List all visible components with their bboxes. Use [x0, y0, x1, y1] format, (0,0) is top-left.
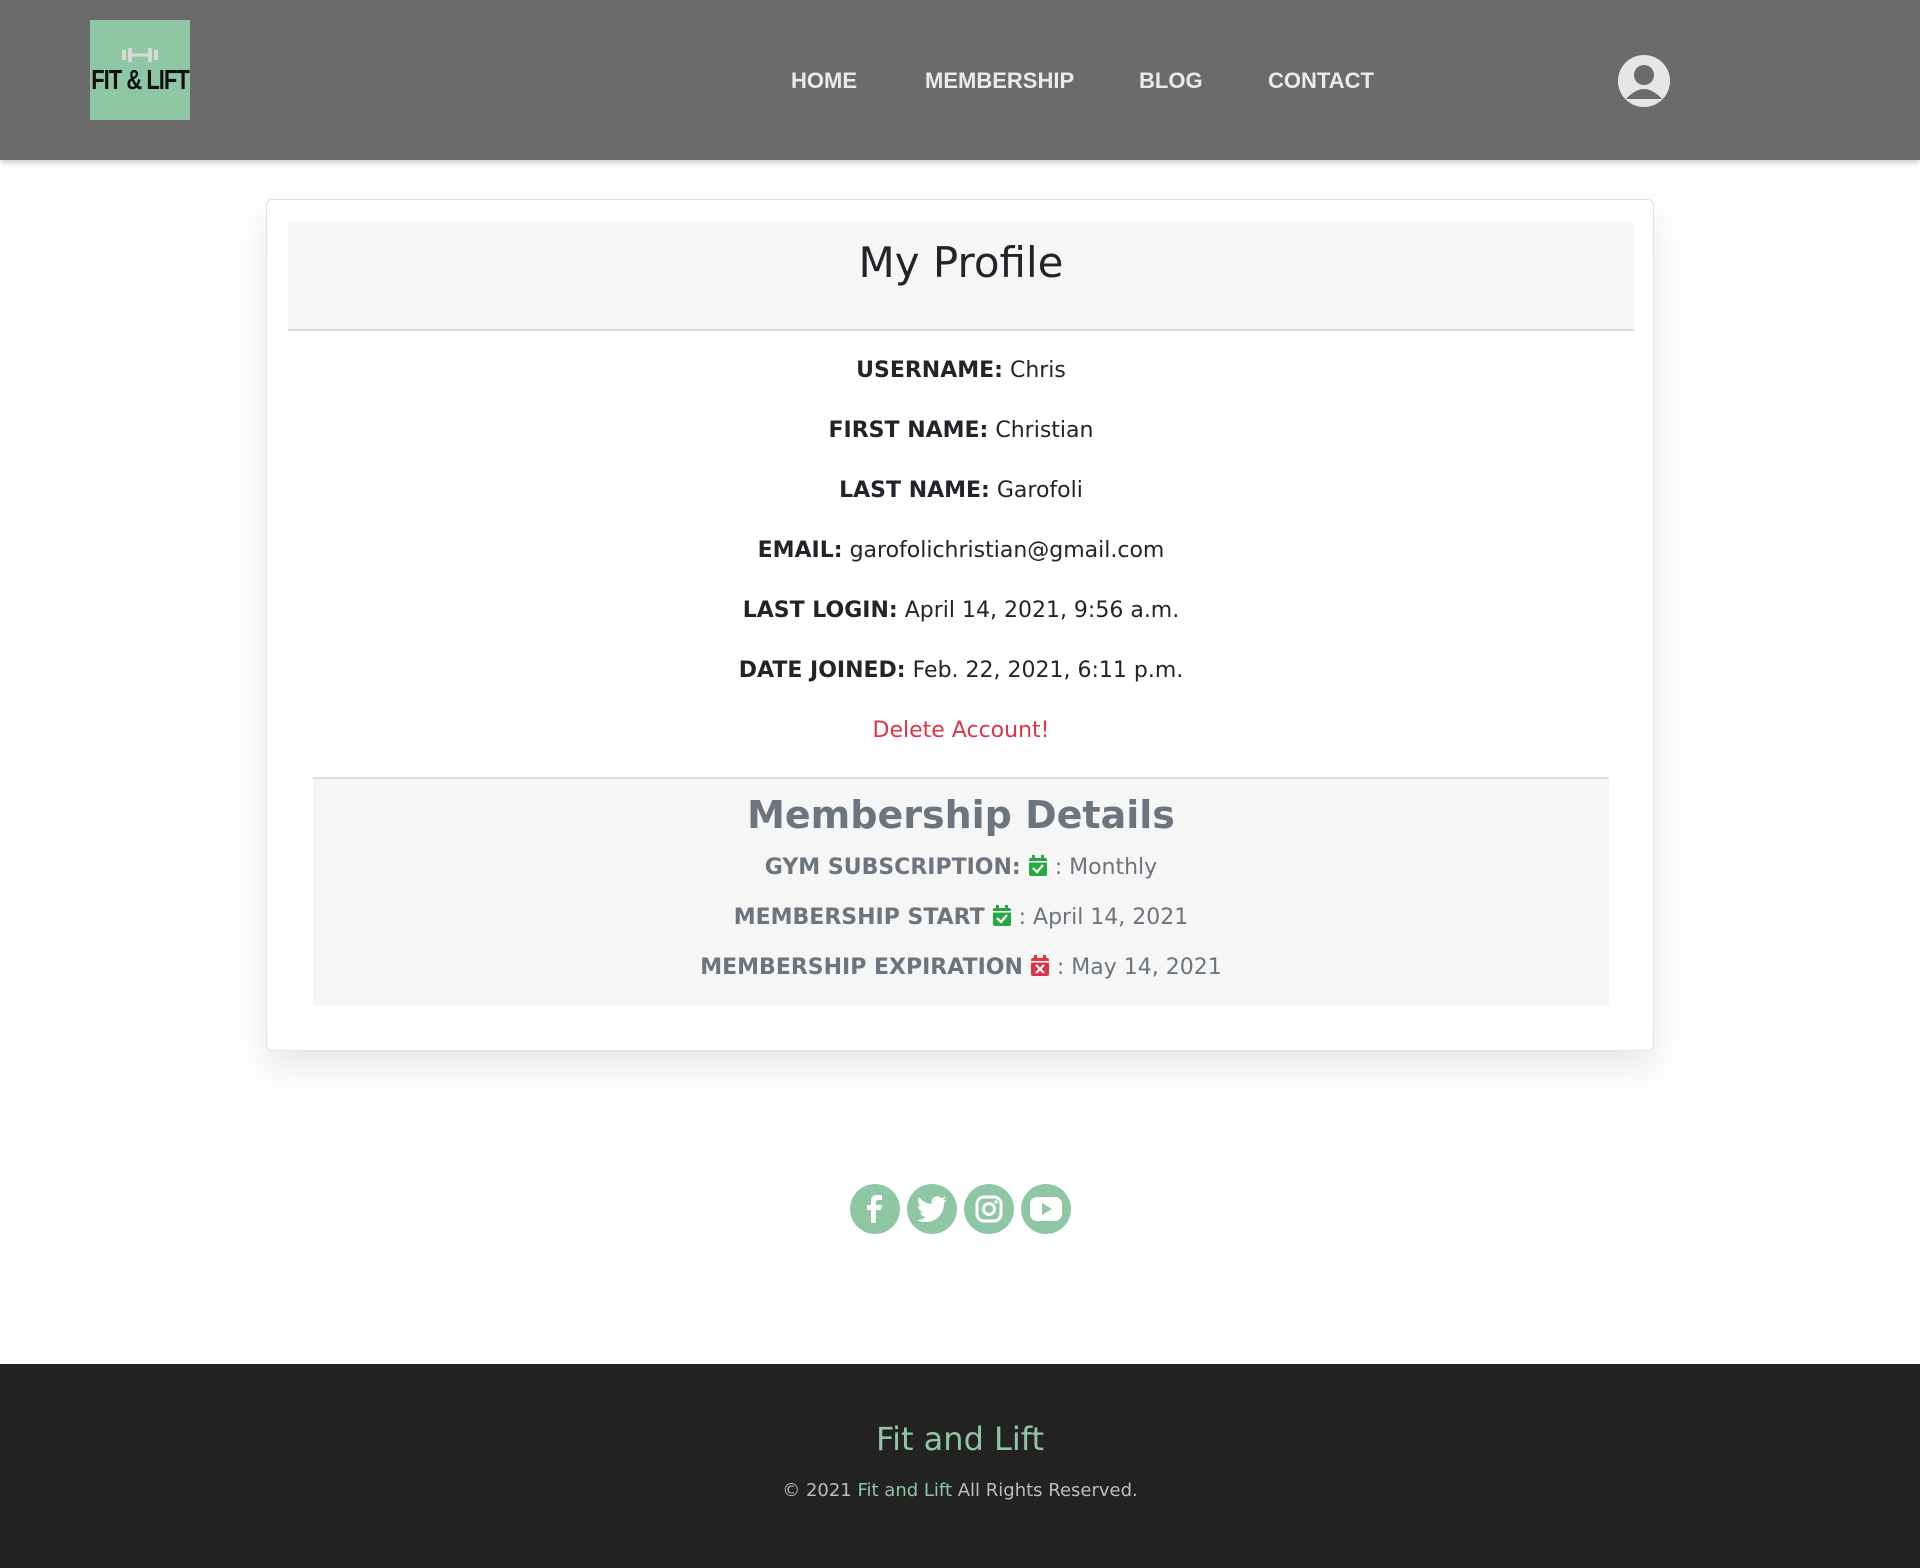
- footer-copyright: © 2021 Fit and Lift All Rights Reserved.: [0, 1480, 1920, 1501]
- first-name-label: FIRST NAME:: [828, 418, 989, 443]
- first-name-value: Christian: [995, 418, 1094, 443]
- expiration-label: MEMBERSHIP EXPIRATION: [700, 954, 1023, 980]
- facebook-icon[interactable]: [850, 1184, 900, 1234]
- username-label: USERNAME:: [856, 358, 1003, 383]
- subscription-label: GYM SUBSCRIPTION:: [764, 854, 1021, 880]
- calendar-x-icon: [1030, 946, 1050, 996]
- instagram-icon[interactable]: [964, 1184, 1014, 1234]
- subscription-value: Monthly: [1069, 854, 1158, 880]
- social-links: [850, 1184, 1071, 1234]
- page-title: My Profile: [858, 238, 1064, 287]
- last-login-label: LAST LOGIN:: [742, 598, 898, 623]
- profile-row-date-joined: DATE JOINED: Feb. 22, 2021, 6:11 p.m.: [267, 650, 1655, 710]
- membership-details: Membership Details GYM SUBSCRIPTION: : M…: [313, 777, 1609, 1005]
- footer-title: Fit and Lift: [875, 1420, 1045, 1458]
- email-value: garofolichristian@gmail.com: [849, 538, 1165, 563]
- calendar-check-icon: [1028, 846, 1048, 896]
- expiration-sep: :: [1056, 954, 1072, 980]
- nav-home-link[interactable]: HOME: [791, 68, 857, 94]
- membership-title: Membership Details: [747, 793, 1175, 837]
- nav-membership-link[interactable]: MEMBERSHIP: [925, 68, 1074, 94]
- membership-row-start: MEMBERSHIP START : April 14, 2021: [313, 893, 1609, 943]
- nav-blog-link[interactable]: BLOG: [1139, 68, 1203, 94]
- nav-contact-link[interactable]: CONTACT: [1268, 68, 1374, 94]
- profile-info-list: USERNAME: Chris FIRST NAME: Christian LA…: [267, 350, 1655, 770]
- date-joined-label: DATE JOINED:: [738, 658, 906, 683]
- username-value: Chris: [1009, 358, 1066, 383]
- copyright-suffix: All Rights Reserved.: [952, 1480, 1138, 1502]
- profile-row-last-name: LAST NAME: Garofoli: [267, 470, 1655, 530]
- profile-row-first-name: FIRST NAME: Christian: [267, 410, 1655, 470]
- start-sep: :: [1018, 904, 1034, 930]
- delete-row: Delete Account!: [267, 710, 1655, 770]
- start-value: April 14, 2021: [1033, 904, 1189, 930]
- footer: Fit and Lift © 2021 Fit and Lift All Rig…: [0, 1364, 1920, 1568]
- profile-row-last-login: LAST LOGIN: April 14, 2021, 9:56 a.m.: [267, 590, 1655, 650]
- subscription-sep: :: [1054, 854, 1070, 880]
- expiration-value: May 14, 2021: [1071, 954, 1222, 980]
- last-name-label: LAST NAME:: [839, 478, 990, 503]
- membership-row-expiration: MEMBERSHIP EXPIRATION : May 14, 2021: [313, 943, 1609, 993]
- youtube-icon[interactable]: [1021, 1184, 1071, 1234]
- email-label: EMAIL:: [757, 538, 843, 563]
- membership-row-subscription: GYM SUBSCRIPTION: : Monthly: [313, 843, 1609, 893]
- last-login-value: April 14, 2021, 9:56 a.m.: [904, 598, 1180, 623]
- footer-brand-link[interactable]: Fit and Lift: [857, 1480, 952, 1501]
- twitter-icon[interactable]: [907, 1184, 957, 1234]
- user-avatar-icon[interactable]: [1618, 55, 1670, 107]
- profile-card: My Profile USERNAME: Chris FIRST NAME: C…: [266, 199, 1654, 1051]
- start-label: MEMBERSHIP START: [733, 904, 985, 930]
- profile-header: My Profile: [288, 222, 1634, 331]
- profile-row-username: USERNAME: Chris: [267, 350, 1655, 410]
- profile-row-email: EMAIL: garofolichristian@gmail.com: [267, 530, 1655, 590]
- date-joined-value: Feb. 22, 2021, 6:11 p.m.: [912, 658, 1184, 683]
- copyright-prefix: © 2021: [782, 1480, 858, 1502]
- last-name-value: Garofoli: [996, 478, 1083, 503]
- navbar: FIT & LIFT HOME MEMBERSHIP BLOG CONTACT: [0, 0, 1920, 160]
- calendar-check-icon: [992, 896, 1012, 946]
- delete-account-link[interactable]: Delete Account!: [873, 710, 1050, 752]
